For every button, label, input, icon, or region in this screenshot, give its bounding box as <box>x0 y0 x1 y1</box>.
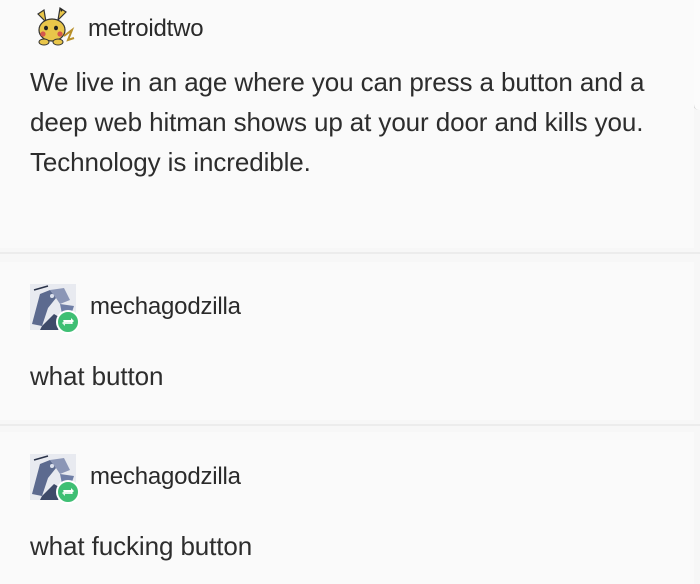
reblog-icon <box>56 480 80 504</box>
divider <box>0 252 700 254</box>
original-post: metroidtwo We live in an age where you c… <box>0 0 694 248</box>
reblog-comment: mechagodzilla what fucking button <box>0 432 694 584</box>
tumblr-thread: metroidtwo We live in an age where you c… <box>0 0 700 584</box>
post-text: what button <box>30 361 164 391</box>
post-text: what fucking button <box>30 531 253 561</box>
post-header: mechagodzilla <box>30 284 241 334</box>
username[interactable]: mechagodzilla <box>90 463 241 491</box>
reblog-icon <box>56 310 80 334</box>
mechagodzilla-avatar-icon[interactable] <box>30 454 80 504</box>
divider <box>0 424 700 426</box>
username[interactable]: mechagodzilla <box>90 293 241 321</box>
post-header: metroidtwo <box>30 6 204 52</box>
username[interactable]: metroidtwo <box>88 15 204 43</box>
reblog-comment: mechagodzilla what button <box>0 262 694 420</box>
post-header: mechagodzilla <box>30 454 241 504</box>
pikachu-avatar-icon[interactable] <box>30 6 76 52</box>
scroll-edge <box>693 0 700 110</box>
post-text: We live in an age where you can press a … <box>30 67 645 177</box>
mechagodzilla-avatar-icon[interactable] <box>30 284 80 334</box>
